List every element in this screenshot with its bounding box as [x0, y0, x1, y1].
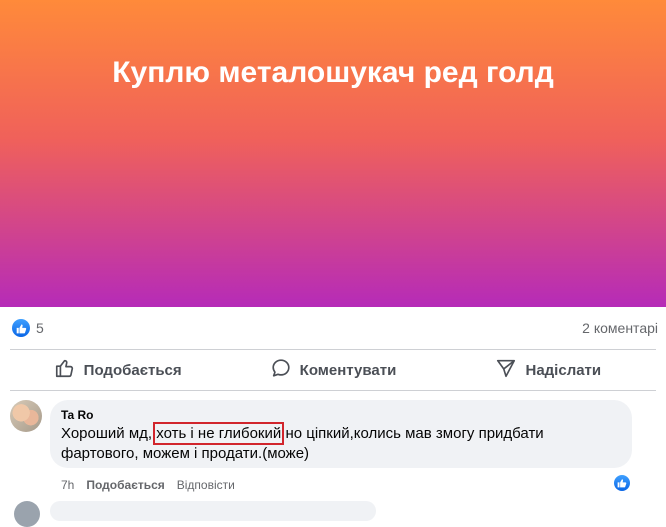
- comment-bubble: Ta Ro Хороший мд, хоть і не глибокий но …: [50, 400, 632, 468]
- reaction-summary[interactable]: 5: [12, 319, 44, 337]
- post-stats: 5 2 коментарі: [12, 316, 658, 340]
- send-icon: [495, 357, 517, 383]
- post-banner: Куплю металошукач ред голд: [0, 0, 666, 307]
- like-button[interactable]: Подобається: [10, 352, 225, 388]
- comment-button-label: Коментувати: [299, 361, 397, 379]
- share-button[interactable]: Надіслати: [441, 352, 656, 388]
- comment-author[interactable]: Ta Ro: [61, 407, 620, 423]
- comment-time[interactable]: 7h: [61, 478, 74, 492]
- comment-meta: 7h Подобається Відповісти: [61, 477, 235, 493]
- comment-count-link[interactable]: 2 коментарі: [582, 320, 658, 336]
- avatar[interactable]: [10, 400, 42, 432]
- comment-text-start: Хороший мд,: [61, 425, 153, 442]
- divider: [10, 349, 656, 350]
- comment-reply-button[interactable]: Відповісти: [177, 478, 235, 492]
- share-button-label: Надіслати: [525, 361, 602, 379]
- comment-text: Хороший мд, хоть і не глибокий но ціпкий…: [61, 422, 620, 464]
- post-banner-text: Куплю металошукач ред голд: [112, 56, 554, 89]
- comment-button[interactable]: Коментувати: [225, 352, 440, 388]
- post-actions: Подобається Коментувати Надіслати: [10, 352, 656, 388]
- thumbs-up-outline-icon: [54, 357, 76, 383]
- comment-reaction-thumbs-up-icon[interactable]: [614, 475, 630, 491]
- divider: [10, 390, 656, 391]
- comment-like-button[interactable]: Подобається: [86, 478, 164, 492]
- thumbs-up-icon: [12, 319, 30, 337]
- avatar[interactable]: [14, 501, 40, 527]
- like-button-label: Подобається: [83, 361, 182, 379]
- comment-bubble: [50, 501, 376, 521]
- speech-bubble-icon: [270, 357, 292, 383]
- like-count: 5: [36, 320, 44, 336]
- highlighted-phrase: хоть і не глибокий: [153, 422, 285, 445]
